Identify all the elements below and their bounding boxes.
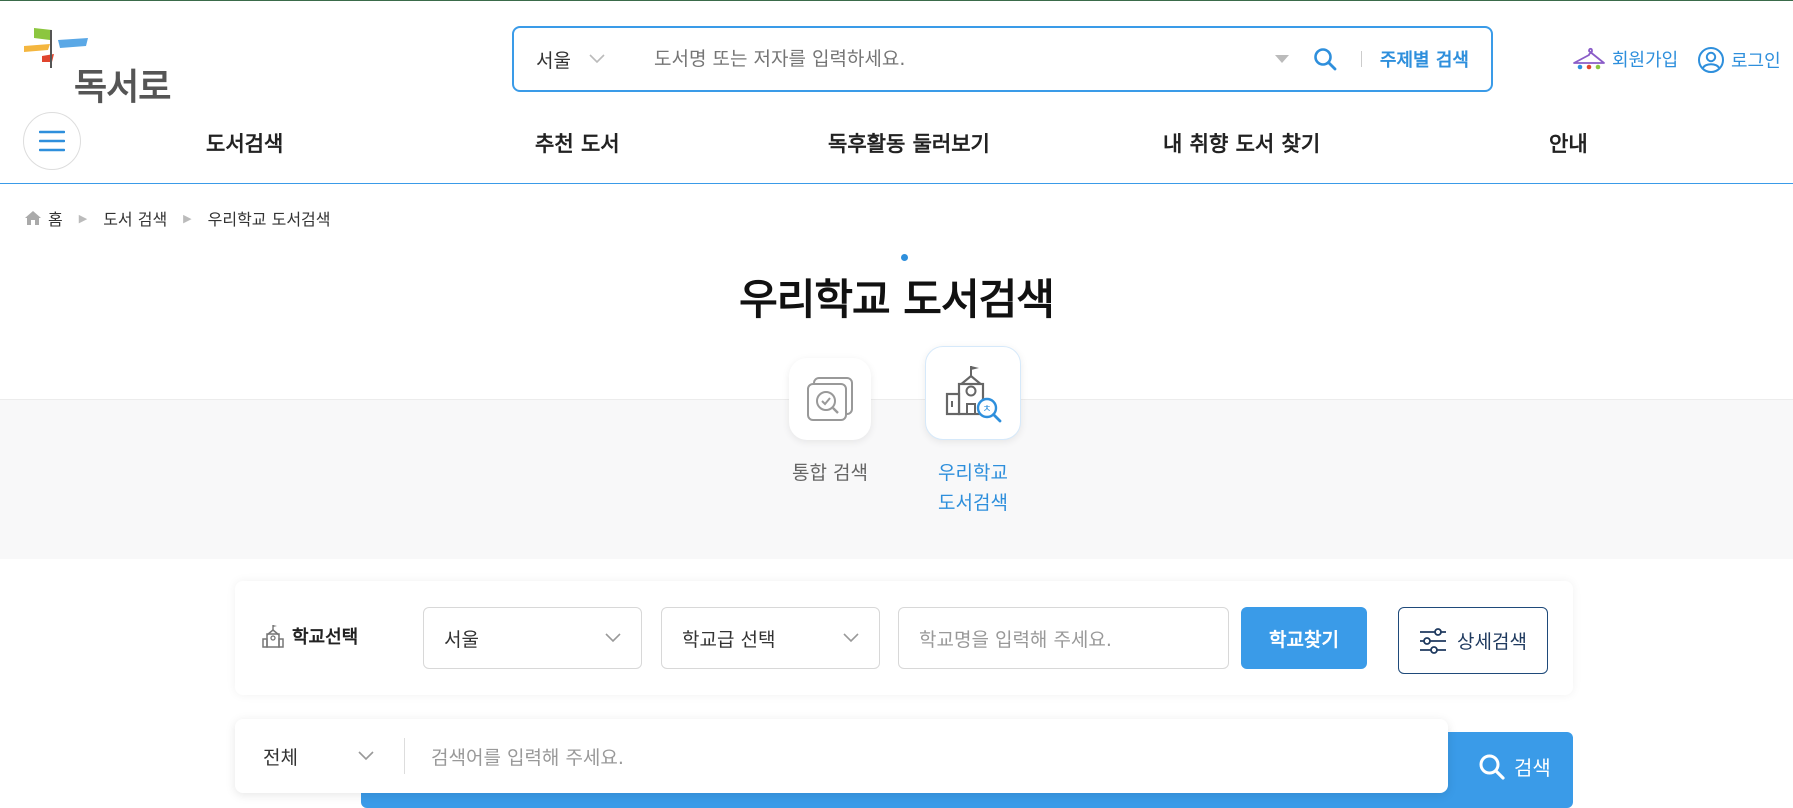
tab-school-search[interactable]: ㅊ <box>925 346 1021 440</box>
main-search-button-label: 검색 <box>1514 756 1551 780</box>
search-icon[interactable] <box>1313 47 1337 71</box>
join-label: 회원가입 <box>1612 50 1679 71</box>
logo-text: 독서로 <box>74 67 171 108</box>
tab-school-search-label-line2: 도서검색 <box>938 492 1008 514</box>
page-title: 우리학교 도서검색 <box>739 275 1055 324</box>
school-level-value: 학교급 선택 <box>682 628 776 651</box>
school-search-icon: ㅊ <box>945 366 1002 423</box>
search-scope-value: 전체 <box>263 746 298 769</box>
tab-integrated-search[interactable] <box>789 358 871 440</box>
search-icon <box>1479 754 1505 780</box>
top-border <box>0 0 1793 1</box>
search-scope-dropdown[interactable]: 전체 <box>235 738 405 774</box>
title-dot <box>901 254 908 261</box>
school-region-dropdown[interactable]: 서울 <box>423 607 642 669</box>
school-select-label: 학교선택 <box>262 623 358 649</box>
nav-divider <box>0 183 1793 184</box>
menu-icon <box>39 130 65 152</box>
region-dropdown[interactable]: 서울 <box>514 46 634 73</box>
sliders-icon <box>1420 627 1447 654</box>
tab-band <box>0 399 1793 559</box>
school-find-button[interactable]: 학교찾기 <box>1241 607 1367 669</box>
login-label: 로그인 <box>1731 51 1781 72</box>
search-options-toggle-icon[interactable] <box>1274 55 1289 63</box>
login-link[interactable]: 로그인 <box>1697 46 1781 74</box>
breadcrumb-book-search[interactable]: 도서 검색 <box>103 206 167 230</box>
nav-item-recommended[interactable]: 추천 도서 <box>535 128 620 158</box>
topic-search-link[interactable]: 주제별 검색 <box>1380 46 1469 72</box>
chevron-right-icon: ▶ <box>183 211 192 225</box>
school-select-label-text: 학교선택 <box>292 627 359 648</box>
tab-integrated-search-label[interactable]: 통합 검색 <box>770 458 890 488</box>
tab-school-search-label[interactable]: 우리학교 도서검색 <box>913 458 1033 518</box>
hamburger-menu-button[interactable] <box>23 112 81 170</box>
nav-item-taste-books[interactable]: 내 취향 도서 찾기 <box>1163 128 1320 158</box>
breadcrumb-current: 우리학교 도서검색 <box>207 210 331 229</box>
chevron-down-icon <box>843 633 859 643</box>
breadcrumb-home[interactable]: 홈 <box>48 206 63 230</box>
main-search-input[interactable]: 검색어를 입력해 주세요. <box>405 743 624 770</box>
divider <box>1360 51 1362 67</box>
detail-search-button[interactable]: 상세검색 <box>1398 607 1548 674</box>
global-search-input[interactable] <box>634 39 1275 79</box>
join-link[interactable]: 회원가입 <box>1572 46 1678 72</box>
chevron-down-icon <box>358 751 374 761</box>
user-icon <box>1698 47 1724 73</box>
document-check-icon <box>807 377 853 421</box>
global-search-box: 서울 주제별 검색 <box>512 26 1493 92</box>
main-search-bar: 전체 검색어를 입력해 주세요. <box>235 719 1448 793</box>
school-icon <box>262 625 284 648</box>
tab-school-search-label-line1: 우리학교 <box>938 462 1008 484</box>
svg-text:ㅊ: ㅊ <box>982 404 991 415</box>
chevron-right-icon: ▶ <box>78 211 88 225</box>
nav-item-reading-activities[interactable]: 독후활동 둘러보기 <box>828 128 990 158</box>
breadcrumb: 홈 ▶ 도서 검색 ▶ 우리학교 도서검색 <box>24 206 331 230</box>
school-name-input[interactable]: 학교명을 입력해 주세요. <box>898 607 1229 669</box>
nav-item-guide[interactable]: 안내 <box>1549 128 1588 158</box>
chevron-down-icon <box>605 633 621 643</box>
region-dropdown-value: 서울 <box>536 49 571 72</box>
school-region-value: 서울 <box>444 628 479 651</box>
chevron-down-icon <box>589 54 605 64</box>
hanger-icon <box>1573 47 1605 70</box>
school-level-dropdown[interactable]: 학교급 선택 <box>661 607 880 669</box>
home-icon <box>25 211 41 225</box>
main-search-button[interactable]: 검색 <box>1478 752 1551 781</box>
nav-item-book-search[interactable]: 도서검색 <box>206 128 283 158</box>
detail-search-label: 상세검색 <box>1457 631 1527 653</box>
